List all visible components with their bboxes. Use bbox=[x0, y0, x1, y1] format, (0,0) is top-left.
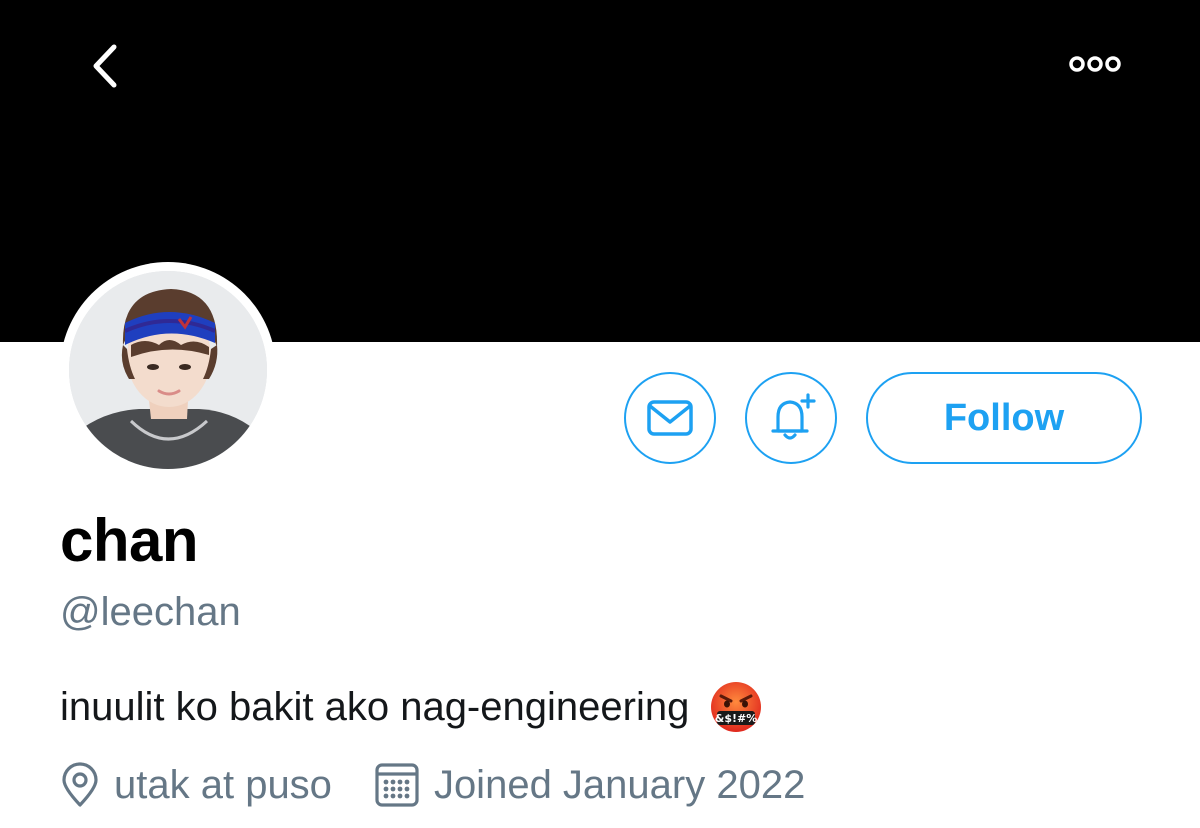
location-text: utak at puso bbox=[114, 762, 332, 807]
calendar-icon bbox=[374, 762, 420, 808]
location-pin-icon bbox=[60, 762, 100, 808]
svg-text:&$!#%: &$!#% bbox=[715, 712, 758, 725]
bell-plus-icon bbox=[771, 393, 816, 440]
location: utak at puso bbox=[60, 762, 332, 808]
ellipsis-horizontal-icon bbox=[1069, 56, 1121, 72]
face-with-symbols-on-mouth-icon: &$!#% bbox=[709, 680, 763, 734]
profile-meta: utak at puso Joined January 2022 bbox=[60, 756, 805, 814]
display-name: chan bbox=[60, 507, 199, 574]
profile-page: Follow chan @leechan inuulit ko bakit ak… bbox=[0, 0, 1200, 828]
notifications-button[interactable] bbox=[745, 372, 837, 464]
follow-button[interactable]: Follow bbox=[866, 372, 1142, 464]
bio-text: inuulit ko bakit ako nag-engineering bbox=[60, 684, 690, 729]
message-button[interactable] bbox=[624, 372, 716, 464]
back-button[interactable] bbox=[78, 36, 132, 96]
chevron-left-icon bbox=[93, 44, 117, 88]
bio: inuulit ko bakit ako nag-engineering &$!… bbox=[60, 680, 763, 734]
avatar[interactable] bbox=[60, 262, 276, 478]
user-handle: @leechan bbox=[60, 590, 241, 634]
avatar-photo bbox=[69, 271, 267, 469]
join-date-text: Joined January 2022 bbox=[433, 762, 806, 807]
join-date: Joined January 2022 bbox=[374, 762, 805, 808]
more-options-button[interactable] bbox=[1060, 44, 1130, 84]
mail-icon bbox=[647, 400, 693, 436]
